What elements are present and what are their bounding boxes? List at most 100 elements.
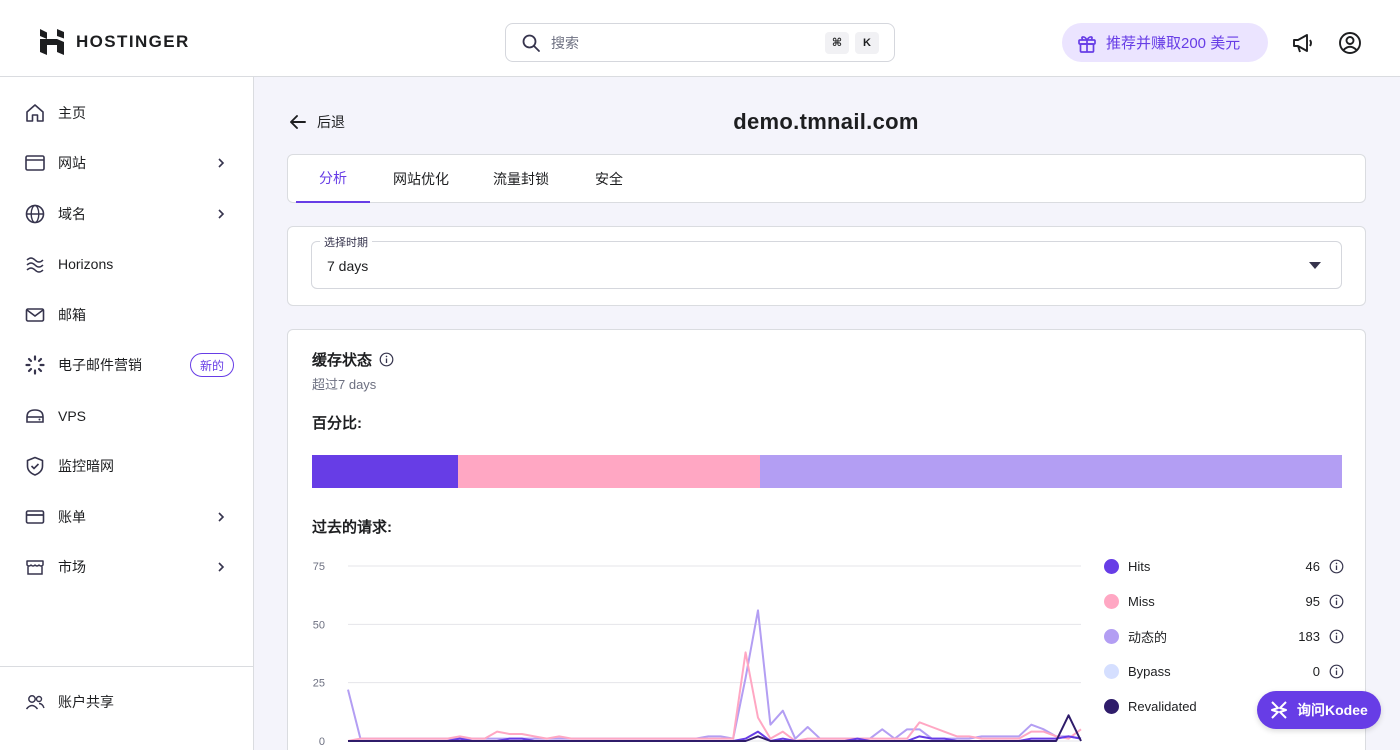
info-icon[interactable] (1329, 594, 1344, 609)
ask-kodee-button[interactable]: 询问Kodee (1257, 691, 1381, 729)
sidebar-item-label: 电子邮件营销 (58, 357, 142, 373)
sidebar-item-email-marketing[interactable]: 电子邮件营销 新的 (0, 340, 253, 390)
search-input[interactable]: 搜索 ⌘ K (505, 23, 895, 62)
requests-label: 过去的请求: (312, 519, 392, 536)
browser-icon (24, 152, 46, 174)
hostinger-logo[interactable]: HOSTINGER (38, 27, 190, 57)
sidebar-item-domains[interactable]: 域名 (0, 189, 253, 239)
legend-item: 动态的 183 (1104, 626, 1344, 646)
sidebar-item-billing[interactable]: 账单 (0, 492, 253, 542)
globe-icon (24, 203, 46, 225)
legend-dot (1104, 593, 1119, 609)
period-select[interactable]: 选择时期 7 days (311, 234, 1342, 289)
sidebar-item-label: VPS (58, 408, 87, 424)
mail-icon (24, 304, 46, 326)
caret-down-icon (1309, 262, 1321, 269)
sidebar-item-label: 域名 (58, 206, 86, 222)
y-tick-label: 0 (319, 736, 325, 748)
sidebar-item-email[interactable]: 邮箱 (0, 290, 253, 340)
back-label: 后退 (317, 114, 345, 130)
legend-item: Bypass 0 (1104, 661, 1344, 681)
legend-value: 46 (1305, 558, 1320, 574)
tab-security[interactable]: 安全 (578, 155, 640, 203)
search-icon (522, 34, 540, 52)
page-title: demo.tmnail.com (733, 109, 919, 134)
account-icon[interactable] (1337, 30, 1363, 56)
spinner-icon (24, 354, 46, 376)
sidebar-item-websites[interactable]: 网站 (0, 138, 253, 188)
y-tick-label: 75 (313, 561, 325, 573)
gift-icon (1078, 35, 1096, 53)
tab-traffic-blocking[interactable]: 流量封锁 (484, 155, 558, 203)
sidebar-item-label: 主页 (58, 105, 86, 121)
sidebar-item-label: 市场 (58, 559, 86, 575)
shield-icon (24, 455, 46, 477)
sidebar-item-dark-web-monitor[interactable]: 监控暗网 (0, 441, 253, 491)
sidebar-item-label: 账户共享 (58, 694, 114, 710)
info-icon[interactable] (1329, 664, 1344, 679)
sidebar-item-label: 邮箱 (58, 307, 86, 323)
sidebar: 主页 网站 域名 Horizons 邮箱 电子邮件营销 新的 VPS 监控暗网 … (0, 77, 254, 750)
legend-dot (1104, 628, 1119, 644)
percentage-label: 百分比: (312, 415, 362, 432)
percentage-segment (312, 455, 459, 488)
legend-name: Miss (1128, 593, 1155, 609)
info-icon[interactable] (379, 352, 394, 367)
back-button[interactable]: 后退 (289, 112, 345, 132)
legend-value: 95 (1305, 593, 1320, 609)
arrow-left-icon (290, 115, 306, 129)
legend-dot (1104, 698, 1119, 714)
shortcut-cmd-key: ⌘ (825, 31, 849, 54)
series-line (347, 609, 1082, 740)
info-icon[interactable] (1329, 629, 1344, 644)
sidebar-item-label: 网站 (58, 155, 86, 171)
legend-item: Miss 95 (1104, 591, 1344, 611)
legend-name: Bypass (1128, 663, 1171, 679)
ask-kodee-label: 询问Kodee (1297, 702, 1368, 718)
chevron-right-icon (218, 562, 225, 572)
requests-line-chart: 75 50 25 0 (313, 561, 1082, 748)
sidebar-item-label: 监控暗网 (58, 458, 114, 474)
new-badge: 新的 (190, 353, 235, 377)
server-icon (24, 405, 46, 427)
hostinger-logo-icon (40, 29, 64, 55)
sidebar-item-home[interactable]: 主页 (0, 88, 253, 138)
card-icon (24, 506, 46, 528)
cache-status-card: 缓存状态 超过7 days 百分比: 过去的请求: 75 50 25 0 Hits 46… (287, 329, 1366, 750)
sidebar-item-label: 账单 (58, 509, 86, 525)
brand-name: HOSTINGER (76, 32, 190, 51)
period-select-label: 选择时期 (320, 234, 372, 250)
sidebar-divider (0, 666, 253, 667)
waves-icon (24, 253, 46, 275)
chevron-right-icon (218, 209, 225, 219)
legend-name: Hits (1128, 558, 1151, 574)
percentage-segment (458, 455, 761, 488)
referral-button[interactable]: 推荐并赚取200 美元 (1062, 23, 1268, 62)
chevron-right-icon (218, 512, 225, 522)
megaphone-icon[interactable] (1290, 30, 1316, 56)
top-bar: HOSTINGER 搜索 ⌘ K 推荐并赚取200 美元 (0, 0, 1400, 77)
period-select-value: 7 days (327, 258, 369, 274)
legend-item: Hits 46 (1104, 556, 1344, 576)
search-placeholder: 搜索 (551, 34, 579, 51)
tab-website-optimization[interactable]: 网站优化 (384, 155, 458, 203)
series-line (347, 651, 1082, 742)
legend-name: 动态的 (1128, 629, 1168, 645)
legend-dot (1104, 663, 1119, 679)
sidebar-item-account-sharing[interactable]: 账户共享 (0, 677, 253, 727)
sidebar-item-marketplace[interactable]: 市场 (0, 542, 253, 592)
legend-dot (1104, 558, 1119, 574)
percentage-segment (760, 455, 1342, 488)
tab-bar: 分析 网站优化 流量封锁 安全 (287, 154, 1366, 203)
chevron-right-icon (218, 158, 225, 168)
percentage-bar (312, 455, 1342, 488)
sidebar-item-vps[interactable]: VPS (0, 391, 253, 441)
info-icon[interactable] (1329, 559, 1344, 574)
tab-analytics[interactable]: 分析 (296, 155, 370, 203)
shortcut-k-key: K (855, 31, 879, 54)
cache-title: 缓存状态 (312, 349, 394, 370)
cache-title-text: 缓存状态 (312, 352, 373, 369)
period-card: 选择时期 7 days (287, 226, 1366, 306)
y-tick-label: 50 (313, 619, 325, 631)
sidebar-item-horizons[interactable]: Horizons (0, 239, 253, 289)
